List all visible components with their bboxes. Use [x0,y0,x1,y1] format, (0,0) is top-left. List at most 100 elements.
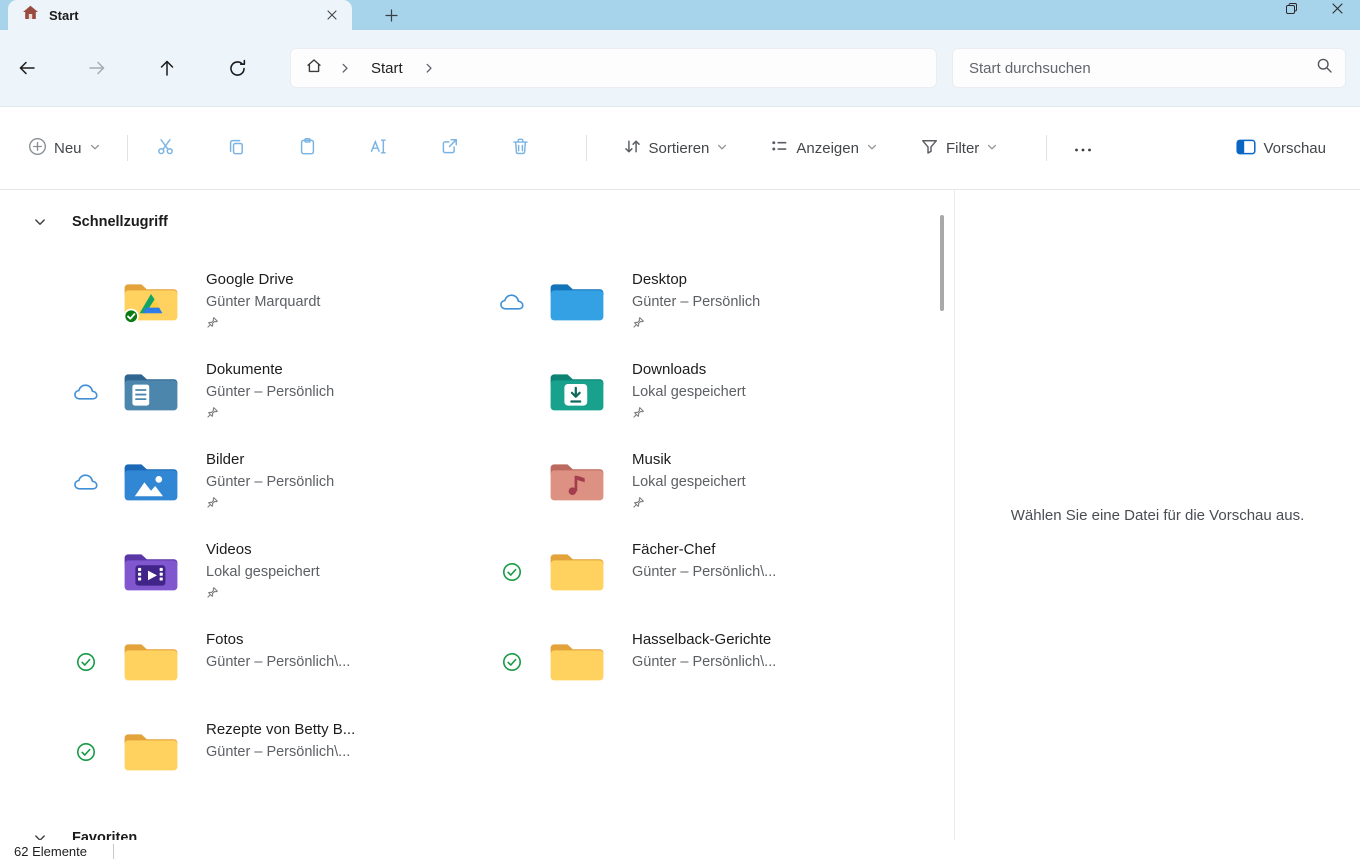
item-name: Bilder [206,451,245,468]
item-location: Günter Marquardt [206,294,321,311]
item-name: Musik [632,451,672,468]
item-location: Günter – Persönlich\... [206,744,351,761]
preview-pane: Wählen Sie eine Datei für die Vorschau a… [954,190,1360,840]
cloud-available-icon [64,368,108,416]
documents-folder-icon [122,366,180,414]
section-quick-access[interactable]: Schnellzugriff [33,212,953,232]
chevron-down-icon [986,141,998,156]
item-location: Günter – Persönlich [206,474,335,491]
item-count: 62 Elemente [14,843,87,859]
tab-close-icon[interactable] [320,4,344,26]
view-button[interactable]: Anzeigen [760,131,888,165]
item-location: Günter – Persönlich\... [632,564,777,581]
maximize-restore-button[interactable] [1268,0,1314,16]
quick-access-item[interactable]: Downloads Lokal gespeichert [490,358,910,436]
folder-icon [122,726,180,774]
quick-access-item[interactable]: Hasselback-Gerichte Günter – Persönlich\… [490,628,910,706]
copy-icon [227,137,246,159]
quick-access-item[interactable]: Fächer-Chef Günter – Persönlich\... [490,538,910,616]
view-button-label: Anzeigen [796,139,859,157]
preview-button-label: Vorschau [1263,139,1326,157]
synced-check-icon [64,728,108,776]
paste-button[interactable] [286,128,330,168]
folder-icon [548,636,606,684]
file-explorer-window: Start Start Start durchsuchen Neu Sortie… [0,0,1360,862]
section-favorites[interactable]: Favoriten [33,828,953,840]
new-tab-button[interactable] [378,2,404,28]
pin-icon [632,316,760,330]
preview-pane-icon [1236,138,1257,159]
cut-button[interactable] [144,128,188,168]
sort-button-label: Sortieren [648,139,710,157]
up-button[interactable] [150,51,184,85]
pin-icon [632,496,746,510]
tab-title: Start [49,7,79,23]
item-location: Günter – Persönlich [206,384,335,401]
item-location: Günter – Persönlich\... [206,654,351,671]
item-location: Lokal gespeichert [632,474,746,491]
delete-button[interactable] [499,128,543,168]
home-tab-icon [22,5,39,25]
breadcrumb-home-icon[interactable] [305,57,323,80]
quick-access-item[interactable]: Bilder Günter – Persönlich [64,448,490,526]
item-name: Fotos [206,631,244,648]
status-placeholder [64,278,108,326]
new-button-label: Neu [54,139,82,157]
pin-icon [632,406,746,420]
close-window-button[interactable] [1314,0,1360,16]
chevron-down-icon [89,141,101,156]
breadcrumb: Start [290,48,937,88]
file-list-pane: Schnellzugriff Google Drive Günter Marqu… [0,190,953,840]
music-folder-icon [548,456,606,504]
google-drive-icon [122,276,180,324]
more-options-button[interactable] [1063,128,1103,168]
vertical-scrollbar[interactable] [940,215,944,311]
videos-folder-icon [122,546,180,594]
forward-button[interactable] [80,51,114,85]
navigation-bar: Start [0,30,1360,107]
breadcrumb-item-start[interactable]: Start [367,60,407,77]
quick-access-item[interactable]: Fotos Günter – Persönlich\... [64,628,490,706]
rename-icon [369,137,389,159]
quick-access-item[interactable]: Videos Lokal gespeichert [64,538,490,616]
preview-empty-text: Wählen Sie eine Datei für die Vorschau a… [1010,506,1305,524]
quick-access-item[interactable]: Dokumente Günter – Persönlich [64,358,490,436]
new-button[interactable]: Neu [18,131,111,165]
tab-start[interactable]: Start [8,0,352,30]
scissors-icon [156,137,175,159]
view-options-icon [770,137,789,159]
preview-toggle-button[interactable]: Vorschau [1226,132,1336,165]
refresh-button[interactable] [220,51,254,85]
pin-icon [206,586,320,600]
copy-button[interactable] [215,128,259,168]
share-button[interactable] [428,128,472,168]
quick-access-item[interactable]: Desktop Günter – Persönlich [490,268,910,346]
folder-icon [548,546,606,594]
toolbar-divider [1046,135,1048,161]
sort-button[interactable]: Sortieren [613,131,739,165]
trash-icon [511,137,530,159]
status-bar: 62 Elemente [0,840,1360,862]
rename-button[interactable] [357,128,401,168]
search-input[interactable] [969,59,1316,77]
search-icon[interactable] [1316,57,1333,79]
item-name: Desktop [632,271,688,288]
tab-bar: Start [0,0,1360,30]
item-location: Lokal gespeichert [206,564,320,581]
desktop-folder-icon [548,276,606,324]
item-name: Rezepte von Betty B... [206,721,356,738]
quick-access-grid: Google Drive Günter Marquardt Desktop Gü… [64,268,953,796]
filter-button[interactable]: Filter [910,131,1008,165]
quick-access-item[interactable]: Google Drive Günter Marquardt [64,268,490,346]
pictures-folder-icon [122,456,180,504]
status-placeholder [64,548,108,596]
back-button[interactable] [10,51,44,85]
more-icon [1074,141,1092,156]
quick-access-item[interactable]: Musik Lokal gespeichert [490,448,910,526]
quick-access-item[interactable]: Rezepte von Betty B... Günter – Persönli… [64,718,490,796]
item-name: Dokumente [206,361,283,378]
filter-button-label: Filter [945,139,980,157]
cloud-available-icon [64,458,108,506]
search-box [952,48,1346,88]
synced-check-icon [490,638,534,686]
